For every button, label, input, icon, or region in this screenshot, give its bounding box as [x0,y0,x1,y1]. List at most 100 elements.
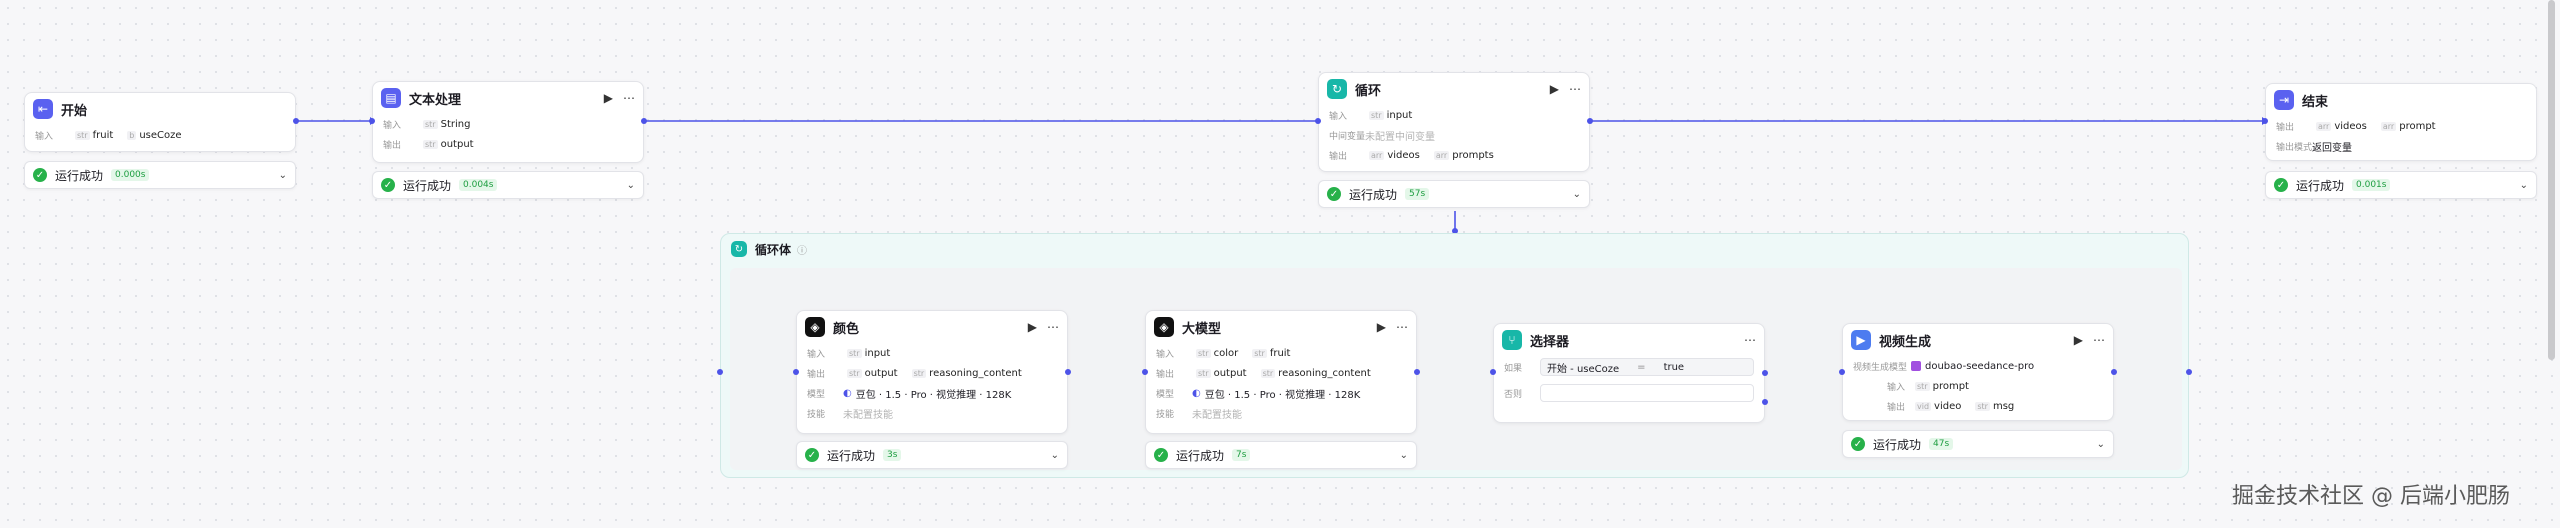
input-port[interactable] [1315,118,1321,124]
skill-label: 技能 [1156,409,1175,420]
end-node[interactable]: ⇥ 结束 输出 arr videos arr prompt 输出模式 返回变量 [2265,83,2537,161]
model-name: 豆包 · 1.5 · Pro · 视觉推理 · 128K [855,389,1012,401]
video-gen-node[interactable]: ▶ 视频生成 ▶ ⋯ 视频生成模型 doubao-seedance-pro 输入… [1842,323,2114,421]
time-badge: 3s [883,449,902,461]
chevron-down-icon[interactable]: ⌄ [2097,439,2105,450]
param-tag: str color [1196,347,1239,359]
loop-input-port[interactable] [717,369,723,375]
text-status-bar[interactable]: ✓ 运行成功 0.004s ⌄ [372,171,644,199]
loop-body-title: 循环体 [755,242,792,257]
chevron-down-icon[interactable]: ⌄ [1051,450,1059,461]
status-text: 运行成功 [2296,178,2345,193]
condition-right: true [1663,361,1685,373]
param-tag: str input [1369,109,1413,121]
output-port[interactable] [293,118,299,124]
run-icon[interactable]: ▶ [1377,320,1386,334]
watermark: 掘金技术社区 @ 后端小肥肠 [2232,484,2510,509]
param-tag: str fruit [75,129,114,141]
llm-status-bar[interactable]: ✓ 运行成功 7s ⌄ [1145,441,1417,469]
status-text: 运行成功 [1176,448,1225,463]
chevron-down-icon[interactable]: ⌄ [2520,180,2528,191]
chevron-down-icon[interactable]: ⌄ [1573,189,1581,200]
status-text: 运行成功 [1873,437,1922,452]
loop-output-port[interactable] [2186,369,2192,375]
input-port[interactable] [2262,118,2268,124]
else-box[interactable] [1540,384,1754,402]
param-tag: arr videos [1369,149,1420,161]
chevron-down-icon[interactable]: ⌄ [279,170,287,181]
output-port[interactable] [1065,369,1071,375]
input-port[interactable] [1142,369,1148,375]
video-node-title: 视频生成 [1879,334,1932,350]
output-port[interactable] [2111,369,2117,375]
selector-node-title: 选择器 [1530,334,1570,350]
selector-icon: ⑂ [1502,330,1522,350]
condition-box[interactable]: 开始 - useCoze = true [1540,358,1754,376]
more-icon[interactable]: ⋯ [2093,333,2105,347]
start-icon: ⇤ [33,99,53,119]
param-tag: arr prompt [2380,120,2436,132]
llm-node-title: 大模型 [1182,321,1222,337]
vertical-scrollbar[interactable] [2548,0,2555,360]
if-output-port[interactable] [1762,370,1768,376]
chevron-down-icon[interactable]: ⌄ [1400,450,1408,461]
more-icon[interactable]: ⋯ [1569,82,1581,96]
model-icon: ◐ [1192,387,1201,399]
llm-node[interactable]: ◈ 大模型 ▶ ⋯ 输入 str color str fruit 输出 str out… [1145,310,1417,434]
else-output-port[interactable] [1762,399,1768,405]
run-icon[interactable]: ▶ [604,91,613,105]
start-status-bar[interactable]: ✓ 运行成功 0.000s ⌄ [24,161,296,189]
more-icon[interactable]: ⋯ [623,91,635,105]
more-icon[interactable]: ⋯ [1744,333,1756,347]
success-icon: ✓ [1154,448,1168,462]
loop-status-bar[interactable]: ✓ 运行成功 57s ⌄ [1318,180,1590,208]
success-icon: ✓ [2274,178,2288,192]
info-icon[interactable]: ⓘ [797,242,807,257]
color-node-title: 颜色 [833,321,860,337]
input-port[interactable] [369,118,375,124]
param-tag: str reasoning_content [1260,367,1371,379]
llm-icon: ◈ [1154,317,1174,337]
video-model-name: doubao-seedance-pro [1925,360,2035,372]
mid-var-label: 中间变量 [1329,131,1366,142]
video-model-label: 视频生成模型 [1853,362,1908,373]
input-port[interactable] [1490,369,1496,375]
input-port[interactable] [1839,369,1845,375]
run-icon[interactable]: ▶ [1028,320,1037,334]
output-mode-label: 输出模式 [2276,142,2313,153]
end-node-title: 结束 [2302,94,2329,110]
chevron-down-icon[interactable]: ⌄ [627,180,635,191]
param-tag: str reasoning_content [911,367,1022,379]
end-status-bar[interactable]: ✓ 运行成功 0.001s ⌄ [2265,171,2537,199]
output-label: 输出 [1886,402,1905,413]
if-label: 如果 [1504,363,1523,374]
success-icon: ✓ [805,448,819,462]
start-node-title: 开始 [61,103,88,119]
input-port[interactable] [793,369,799,375]
run-icon[interactable]: ▶ [1550,82,1559,96]
more-icon[interactable]: ⋯ [1396,320,1408,334]
color-llm-node[interactable]: ◈ 颜色 ▶ ⋯ 输入 str input 输出 str output str rea… [796,310,1068,434]
input-label: 输入 [1886,382,1905,393]
output-port[interactable] [1587,118,1593,124]
condition-left: 开始 - useCoze [1547,363,1620,375]
output-label: 输出 [2276,122,2295,133]
param-tag: b useCoze [127,129,182,141]
run-icon[interactable]: ▶ [2074,333,2083,347]
video-status-bar[interactable]: ✓ 运行成功 47s ⌄ [1842,430,2114,458]
output-label: 输出 [1329,151,1348,162]
param-tag: str fruit [1252,347,1291,359]
text-process-node[interactable]: ▤ 文本处理 ▶ ⋯ 输入 str String 输出 str output [372,81,644,163]
selector-node[interactable]: ⑂ 选择器 ⋯ 如果 开始 - useCoze = true 否则 [1493,323,1765,423]
start-node[interactable]: ⇤ 开始 输入 str fruit b useCoze [24,92,296,152]
output-port[interactable] [641,118,647,124]
text-node-title: 文本处理 [409,92,462,108]
success-icon: ✓ [1851,437,1865,451]
loop-node[interactable]: ↻ 循环 ▶ ⋯ 输入 str input 中间变量 未配置中间变量 输出 arr… [1318,72,1590,172]
more-icon[interactable]: ⋯ [1047,320,1059,334]
color-status-bar[interactable]: ✓ 运行成功 3s ⌄ [796,441,1068,469]
output-mode-value: 返回变量 [2312,142,2352,154]
param-tag: str String [423,118,471,130]
loop-body-icon: ↻ [731,241,747,257]
output-port[interactable] [1414,369,1420,375]
